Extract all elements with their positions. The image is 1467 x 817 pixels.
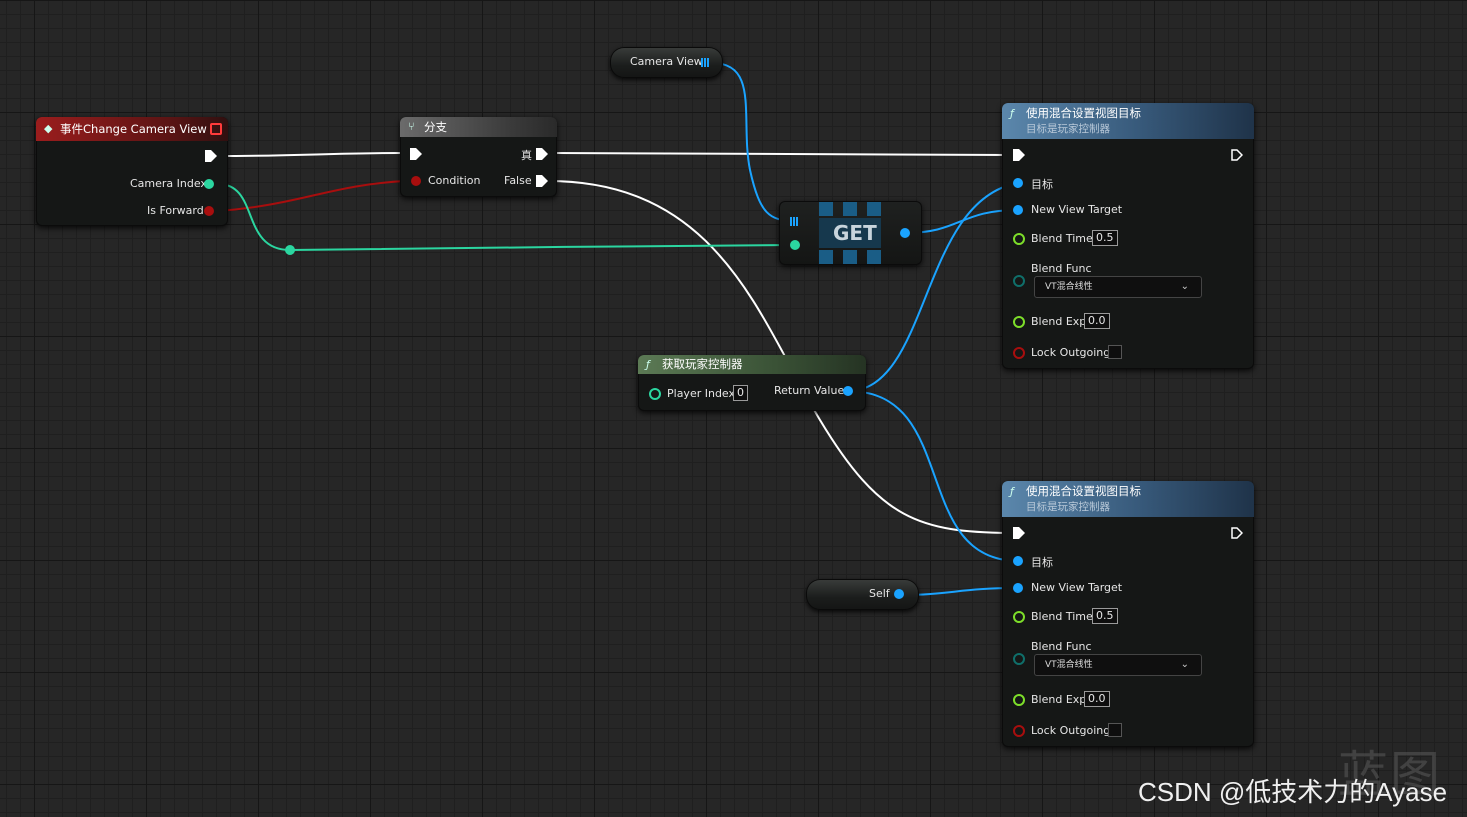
blend-node-2-blend-time-pin[interactable] [1013,611,1025,623]
object-wire-controller-to-target2 [847,390,1019,562]
blend-node-1-header: ƒ 使用混合设置视图目标 目标是玩家控制器 [1002,103,1254,139]
return-value-label: Return Value [774,384,845,397]
blend-node-2-blend-exp-pin[interactable] [1013,694,1025,706]
blend-node-2-lock-outgoing-pin[interactable] [1013,725,1025,737]
function-icon: ƒ [646,358,650,371]
blend-node-1-blend-func-label: Blend Func [1031,262,1092,275]
blend-node-2-blend-func-label: Blend Func [1031,640,1092,653]
blend-node-1-blend-exp-input[interactable]: 0.0 [1084,313,1110,329]
camera-index-label: Camera Index [130,177,207,190]
set-view-target-with-blend-node-1[interactable]: ƒ 使用混合设置视图目标 目标是玩家控制器 目标 New View Target… [1002,103,1254,369]
chevron-down-icon: ⌄ [1180,281,1189,292]
camera-view-label: Camera View [630,55,703,68]
exec-wire-true-to-blend1 [547,152,1011,156]
blend-node-2-title: 使用混合设置视图目标 [1026,484,1141,498]
blend-node-2-new-view-target-label: New View Target [1031,581,1123,594]
camera-index-pin[interactable] [204,179,214,189]
blend-node-2-blend-exp-input[interactable]: 0.0 [1084,691,1110,707]
array-grid-icon[interactable] [701,58,710,67]
return-value-pin[interactable] [843,386,853,396]
exec-wire-event-to-branch [217,152,406,157]
get-node-label: GET [833,221,877,245]
int-wire-reroute-to-get [289,244,796,251]
blend-node-1-target-pin[interactable] [1013,178,1023,188]
get-index-in-pin[interactable] [790,240,800,250]
branch-node[interactable]: ⑂ 分支 真 Condition False [400,117,557,197]
camera-view-variable-node[interactable]: Camera View [610,47,723,78]
blend-node-1-target-label: 目标 [1031,178,1053,191]
blend-node-1-lock-outgoing-pin[interactable] [1013,347,1025,359]
is-forward-label: Is Forward [147,204,204,217]
self-node[interactable]: Self [806,579,919,610]
branch-false-label: False [504,174,532,187]
blend-node-1-blend-func-dropdown[interactable]: VT混合线性 ⌄ [1034,276,1202,298]
blend-node-1-subtitle: 目标是玩家控制器 [1026,123,1110,135]
is-forward-pin[interactable] [204,206,214,216]
blend-node-1-blend-func-value: VT混合线性 [1045,282,1093,292]
blend-node-2-header: ƒ 使用混合设置视图目标 目标是玩家控制器 [1002,481,1254,517]
csdn-watermark: CSDN @低技术力的Ayase [1138,777,1448,807]
get-player-controller-title: 获取玩家控制器 [662,357,743,371]
blend-node-2-lock-outgoing-checkbox[interactable] [1108,723,1122,737]
object-wire-cameraview-to-get [711,62,794,222]
blend-node-1-blend-time-input[interactable]: 0.5 [1092,230,1118,246]
blend-node-1-title: 使用混合设置视图目标 [1026,106,1141,120]
event-node-header: ◆ 事件Change Camera View [36,117,228,141]
blend-node-2-lock-outgoing-label: Lock Outgoing [1031,724,1111,737]
branch-true-label: 真 [521,149,532,162]
player-index-pin[interactable] [649,388,661,400]
blend-node-1-blend-time-pin[interactable] [1013,233,1025,245]
player-index-label: Player Index [667,387,736,400]
blend-node-2-blend-time-input[interactable]: 0.5 [1092,608,1118,624]
blend-node-1-blend-exp-pin[interactable] [1013,316,1025,328]
blend-node-1-new-view-target-label: New View Target [1031,203,1123,216]
delegate-pin-icon[interactable] [210,123,222,135]
event-node-title: 事件Change Camera View [60,122,207,136]
event-node-change-camera-view[interactable]: ◆ 事件Change Camera View Camera Index Is F… [36,117,228,226]
blend-node-2-target-label: 目标 [1031,556,1053,569]
blend-node-1-blend-time-label: Blend Time [1031,232,1093,245]
blend-node-2-blend-exp-label: Blend Exp [1031,693,1087,706]
set-view-target-with-blend-node-2[interactable]: ƒ 使用混合设置视图目标 目标是玩家控制器 目标 New View Target… [1002,481,1254,747]
branch-condition-label: Condition [428,174,481,187]
blend-node-2-new-view-target-pin[interactable] [1013,583,1023,593]
branch-icon: ⑂ [408,120,415,133]
function-icon: ƒ [1010,107,1014,120]
branch-node-header: ⑂ 分支 [400,117,557,137]
blend-node-1-blend-func-pin[interactable] [1013,275,1025,287]
blend-node-2-blend-func-dropdown[interactable]: VT混合线性 ⌄ [1034,654,1202,676]
blend-node-2-blend-func-value: VT混合线性 [1045,660,1093,670]
blend-node-2-target-pin[interactable] [1013,556,1023,566]
blend-node-1-blend-exp-label: Blend Exp [1031,315,1087,328]
self-output-pin[interactable] [894,589,904,599]
blend-node-2-subtitle: 目标是玩家控制器 [1026,501,1110,513]
get-array-in-pin[interactable] [790,217,799,226]
get-output-pin[interactable] [900,228,910,238]
function-icon: ƒ [1010,485,1014,498]
branch-node-title: 分支 [424,120,447,134]
blend-node-1-lock-outgoing-label: Lock Outgoing [1031,346,1111,359]
blend-node-1-lock-outgoing-checkbox[interactable] [1108,345,1122,359]
player-index-input[interactable]: 0 [733,385,748,401]
branch-condition-pin[interactable] [411,176,421,186]
reroute-node [285,245,295,255]
blend-node-1-new-view-target-pin[interactable] [1013,205,1023,215]
event-diamond-icon: ◆ [44,122,53,135]
blend-node-2-blend-time-label: Blend Time [1031,610,1093,623]
int-wire-cameraindex-to-reroute [217,183,291,251]
array-get-node[interactable]: GET [779,201,922,265]
get-player-controller-header: ƒ 获取玩家控制器 [638,355,866,374]
chevron-down-icon: ⌄ [1180,659,1189,670]
blend-node-2-blend-func-pin[interactable] [1013,653,1025,665]
get-player-controller-node[interactable]: ƒ 获取玩家控制器 Player Index 0 Return Value [638,355,866,411]
self-label: Self [869,587,890,600]
